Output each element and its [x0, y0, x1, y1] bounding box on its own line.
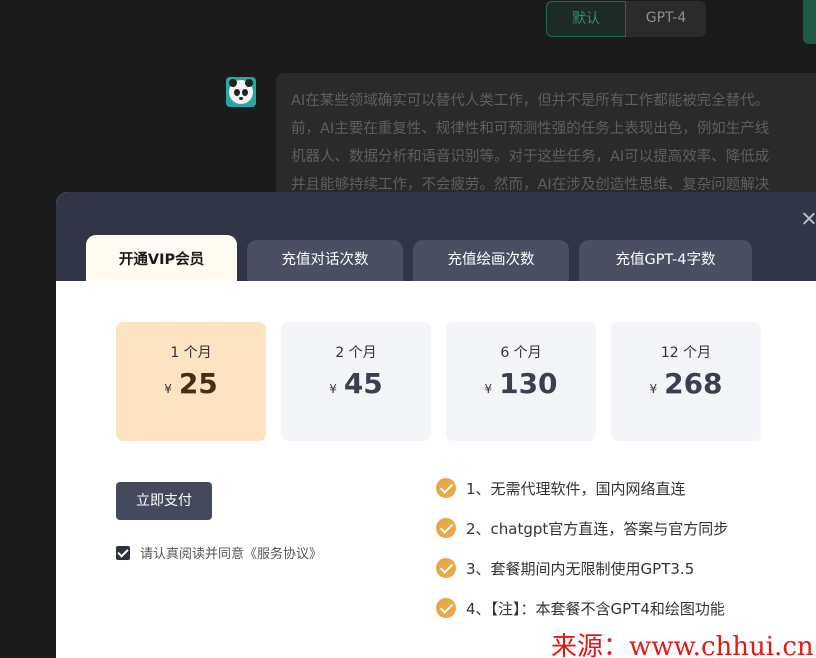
plan-amount: 45 — [343, 367, 383, 400]
check-circle-icon — [436, 518, 456, 538]
plan-card-6-months[interactable]: 6 个月 ¥ 130 — [446, 322, 596, 441]
ai-message-line: 机器人、数据分析和语音识别等。对于这些任务，AI可以提高效率、降低成 — [291, 149, 770, 165]
tab-recharge-chats[interactable]: 充值对话次数 — [247, 240, 403, 281]
plan-period: 6 个月 — [500, 345, 542, 361]
model-switch: 默认 GPT-4 — [546, 1, 706, 37]
tab-recharge-drawings[interactable]: 充值绘画次数 — [413, 240, 569, 281]
ai-message-line: AI在某些领域确实可以替代人类工作，但并不是所有工作都能被完全替代。 — [291, 93, 770, 109]
feature-text: 4、【注】：本套餐不含GPT4和绘图功能 — [466, 599, 725, 618]
tab-open-vip[interactable]: 开通VIP会员 — [86, 235, 237, 281]
plan-card-12-months[interactable]: 12 个月 ¥ 268 — [611, 322, 761, 441]
feature-list: 1、无需代理软件，国内网络直连 2、chatgpt官方直连，答案与官方同步 3、… — [436, 478, 728, 638]
plan-price: ¥ 268 — [611, 367, 761, 400]
plan-card-1-month[interactable]: 1 个月 ¥ 25 — [116, 322, 266, 441]
plan-card-2-months[interactable]: 2 个月 ¥ 45 — [281, 322, 431, 441]
plan-price: ¥ 130 — [446, 367, 596, 400]
ai-message-line: 前，AI主要在重复性、规律性和可预测性强的任务上表现出色，例如生产线 — [291, 121, 770, 137]
tab-recharge-gpt4-words[interactable]: 充值GPT-4字数 — [579, 240, 752, 281]
plan-period: 12 个月 — [660, 345, 712, 361]
agreement-text[interactable]: 请认真阅读并同意《服务协议》 — [140, 543, 322, 562]
currency-symbol: ¥ — [329, 382, 337, 396]
plan-amount: 25 — [178, 367, 218, 400]
plan-period: 2 个月 — [335, 345, 377, 361]
modal-header: 开通VIP会员 充值对话次数 充值绘画次数 充值GPT-4字数 — [56, 192, 816, 281]
panda-ear-left — [229, 79, 237, 87]
panda-eye-left — [234, 89, 240, 96]
check-circle-icon — [436, 558, 456, 578]
feature-text: 1、无需代理软件，国内网络直连 — [466, 479, 686, 498]
feature-text: 3、套餐期间内无限制使用GPT3.5 — [466, 559, 695, 578]
assistant-avatar — [226, 77, 256, 107]
plan-period: 1 个月 — [170, 345, 212, 361]
panda-eye-right — [242, 89, 248, 96]
check-circle-icon — [436, 478, 456, 498]
model-default-button[interactable]: 默认 — [546, 1, 626, 37]
model-gpt4-button[interactable]: GPT-4 — [626, 1, 706, 37]
feature-item: 4、【注】：本套餐不含GPT4和绘图功能 — [436, 598, 728, 618]
plan-amount: 130 — [499, 367, 558, 400]
vip-purchase-modal: 开通VIP会员 充值对话次数 充值绘画次数 充值GPT-4字数 1 个月 ¥ 2… — [56, 192, 816, 658]
top-right-action-button[interactable] — [803, 0, 816, 44]
source-watermark: 来源：www.chhui.cn — [551, 632, 814, 658]
feature-item: 2、chatgpt官方直连，答案与官方同步 — [436, 518, 728, 538]
feature-item: 1、无需代理软件，国内网络直连 — [436, 478, 728, 498]
plan-price: ¥ 25 — [116, 367, 266, 400]
panda-ear-right — [245, 79, 253, 87]
plan-price: ¥ 45 — [281, 367, 431, 400]
plan-amount: 268 — [664, 367, 723, 400]
currency-symbol: ¥ — [649, 382, 658, 396]
agreement-row: 请认真阅读并同意《服务协议》 — [116, 543, 322, 562]
feature-text: 2、chatgpt官方直连，答案与官方同步 — [466, 519, 729, 538]
agreement-checkbox[interactable] — [116, 545, 130, 560]
feature-item: 3、套餐期间内无限制使用GPT3.5 — [436, 558, 728, 578]
currency-symbol: ¥ — [164, 382, 172, 396]
check-circle-icon — [436, 598, 456, 618]
panda-nose — [239, 97, 243, 100]
close-icon[interactable] — [798, 208, 816, 230]
currency-symbol: ¥ — [484, 382, 493, 396]
pay-now-button[interactable]: 立即支付 — [116, 482, 212, 520]
